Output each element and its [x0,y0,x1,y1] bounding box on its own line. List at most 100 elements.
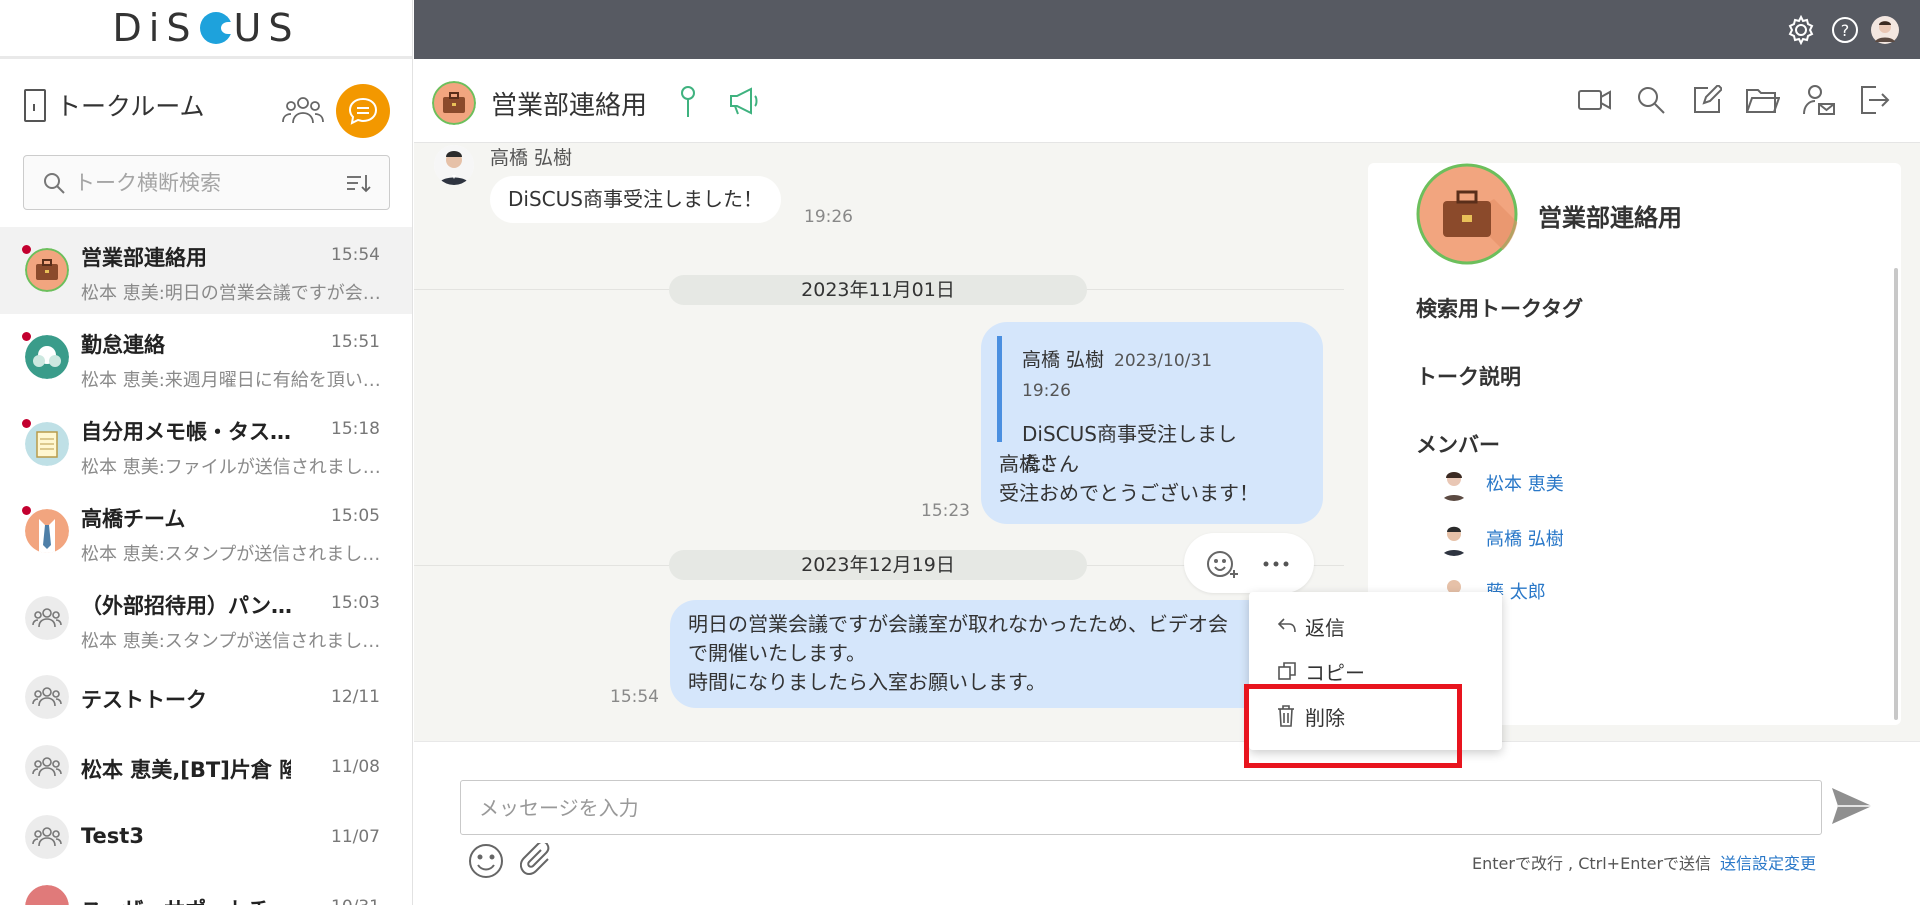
search-icon [44,172,65,194]
edit-icon[interactable] [1690,83,1724,117]
megaphone-icon[interactable] [728,87,760,115]
talk-search-box[interactable] [23,155,390,210]
talk-preview: 松本 恵美:来週月曜日に有給を頂い… [81,370,381,391]
send-settings-link[interactable]: 送信設定変更 [1720,850,1816,874]
talk-item-external[interactable]: （外部招待用）パン… 15:03 松本 恵美:スタンプが送信されまし… [0,575,412,662]
door-icon [24,88,46,122]
date-separator: 2023年11月01日 [669,275,1087,305]
talk-item-memo[interactable]: 自分用メモ帳・タス… 15:18 松本 恵美:ファイルが送信されまし… [0,401,412,488]
member-avatar [1436,465,1472,501]
quoted-message[interactable]: 高橋 弘樹 2023/10/31 19:26 DiSCUS商事受注しました！ [997,336,1257,475]
message-text: 時間になりましたら入室お願いします。 [688,670,1046,694]
talkroom-title: トークルーム [56,92,205,121]
member-item[interactable]: 高橋 弘樹 [1436,518,1564,558]
discus-logo[interactable]: DiS US [0,0,412,59]
copy-icon [1277,661,1299,681]
group-members-icon[interactable] [282,94,324,126]
video-call-icon[interactable] [1578,83,1612,117]
group-avatar-icon [25,815,69,859]
talk-name: 自分用メモ帳・タス… [81,420,291,444]
talk-name: ユーザーサポートチ… [81,894,290,905]
message-text: 明日の営業会議ですが会議室が取れなかったため、ビデオ会 [688,612,1228,636]
sender-avatar[interactable] [434,145,474,185]
talk-preview: 松本 恵美:ファイルが送信されまし… [81,457,381,478]
talk-item-test[interactable]: テストトーク 12/11 [0,662,412,732]
message-bubble[interactable]: 高橋 弘樹 2023/10/31 19:26 DiSCUS商事受注しました！ 高橋… [981,322,1323,524]
unread-dot [22,245,31,254]
talk-time: 10/31 [331,897,380,905]
pin-icon[interactable] [678,85,698,119]
message-text: DiSCUS商事受注しました！ [508,187,763,211]
more-options-icon[interactable] [1262,560,1292,568]
message-text: 受注おめでとうございます！ [999,481,1259,505]
search-icon[interactable] [1634,83,1668,117]
talk-time: 15:18 [331,419,380,439]
quote-sender: 高橋 弘樹 [1022,349,1105,371]
reply-icon [1277,617,1299,635]
support-avatar-icon [25,885,69,905]
folder-icon[interactable] [1746,83,1780,117]
user-avatar[interactable] [1870,15,1900,45]
member-name[interactable]: 松本 恵美 [1486,470,1564,496]
send-icon[interactable] [1830,786,1874,826]
gear-icon[interactable] [1786,15,1816,45]
group-avatar-icon [25,675,69,719]
talk-time: 11/08 [331,757,380,777]
leave-room-icon[interactable] [1858,83,1892,117]
member-avatar [1436,520,1472,556]
members-label: メンバー [1416,433,1500,457]
talk-time: 15:54 [331,245,380,265]
talk-search-input[interactable] [74,170,334,195]
sort-icon[interactable] [345,171,371,195]
delete-highlight-box [1244,684,1462,768]
message-bubble[interactable]: DiSCUS商事受注しました！ [490,176,781,223]
talk-name: （外部招待用）パン… [81,594,291,618]
new-talk-button[interactable] [336,84,390,138]
reply-menu-item[interactable]: 返信 [1277,610,1345,642]
svg-text:?: ? [1841,21,1850,40]
talk-item-takahashi-team[interactable]: 高橋チーム 15:05 松本 恵美:スタンプが送信されまし… [0,488,412,575]
message-bubble[interactable]: 明日の営業会議ですが会議室が取れなかったため、ビデオ会 で開催いたします。 時間… [670,600,1320,708]
talk-item-test3[interactable]: Test3 11/07 [0,802,412,872]
talk-item-support[interactable]: ユーザーサポートチ… 10/31 [0,872,412,905]
emoji-icon[interactable] [468,843,504,879]
copy-menu-item[interactable]: コピー [1277,655,1365,687]
talk-time: 15:05 [331,506,380,526]
talk-time: 15:51 [331,332,380,352]
talk-item-kintai[interactable]: 勤怠連絡 15:51 松本 恵美:来週月曜日に有給を頂い… [0,314,412,401]
group-avatar-icon [25,745,69,789]
talk-tag-label: 検索用トークタグ [1416,297,1584,321]
talk-time: 12/11 [331,687,380,707]
team-avatar-icon [25,335,69,379]
talk-name: 勤怠連絡 [81,333,165,357]
talk-name: 営業部連絡用 [81,246,207,270]
briefcase-avatar-icon[interactable] [1416,163,1518,265]
message-input-area: Enterで改行 , Ctrl+Enterで送信 送信設定変更 [414,741,1920,905]
add-reaction-icon[interactable] [1206,548,1240,580]
message-time: 15:54 [610,687,659,707]
talk-preview: 松本 恵美:スタンプが送信されまし… [81,544,381,565]
talk-name: 松本 恵美,[BT]片倉 隆… [81,758,291,782]
talk-preview: 松本 恵美:明日の営業会議ですが会… [81,283,381,304]
message-actions-bar [1184,533,1314,593]
talk-name: 高橋チーム [81,507,186,531]
member-mail-icon[interactable] [1802,83,1836,117]
member-name[interactable]: 高橋 弘樹 [1486,525,1564,551]
talk-item-eigyo[interactable]: 営業部連絡用 15:54 松本 恵美:明日の営業会議ですが会… [0,227,412,314]
chat-header: 営業部連絡用 [414,59,1920,143]
talk-item-matsumoto[interactable]: 松本 恵美,[BT]片倉 隆… 11/08 [0,732,412,802]
message-input[interactable] [460,780,1822,835]
talk-time: 15:03 [331,593,380,613]
message-time: 15:23 [921,501,970,521]
attachment-icon[interactable] [520,843,556,879]
new-chat-icon [348,97,378,125]
help-icon[interactable]: ? [1830,15,1860,45]
top-bar: ? [414,0,1920,59]
info-panel-scrollbar[interactable] [1894,268,1898,720]
message-sender: 高橋 弘樹 [490,147,573,169]
talk-preview: 松本 恵美:スタンプが送信されまし… [81,631,381,652]
talk-name: Test3 [81,824,144,848]
member-item[interactable]: 松本 恵美 [1436,463,1564,503]
briefcase-avatar-icon[interactable] [432,81,476,125]
message-text: で開催いたします。 [688,641,866,665]
